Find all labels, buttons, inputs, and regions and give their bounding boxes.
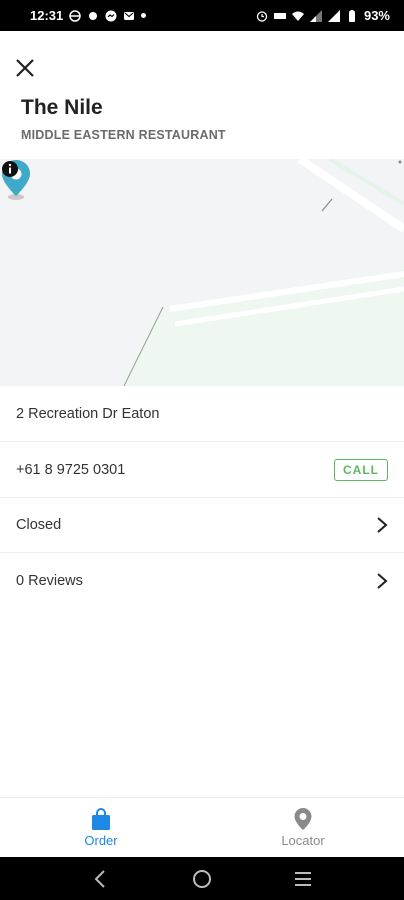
status-time: 12:31 bbox=[30, 8, 64, 23]
restaurant-category: MIDDLE EASTERN RESTAURANT bbox=[21, 128, 226, 142]
nav-item-locator[interactable]: Locator bbox=[202, 798, 404, 857]
call-button[interactable]: CALL bbox=[334, 458, 388, 481]
map-info-icon[interactable] bbox=[0, 159, 20, 179]
hours-row[interactable]: Closed bbox=[0, 497, 404, 553]
nav-order-label: Order bbox=[84, 833, 118, 848]
alarm-icon bbox=[256, 10, 268, 22]
signal-2-icon bbox=[327, 9, 340, 22]
bottom-nav: Order Locator bbox=[0, 797, 404, 857]
recent-apps-icon[interactable] bbox=[291, 867, 315, 891]
shopping-bag-icon bbox=[92, 808, 110, 830]
address-text: 2 Recreation Dr Eaton bbox=[16, 405, 160, 422]
messenger-icon bbox=[105, 10, 117, 21]
status-left: 12:31 bbox=[30, 8, 147, 23]
location-map[interactable] bbox=[0, 159, 404, 386]
system-nav-bar bbox=[0, 857, 404, 900]
close-icon[interactable] bbox=[12, 55, 38, 81]
address-row: 2 Recreation Dr Eaton bbox=[0, 386, 404, 442]
chevron-right-icon bbox=[377, 573, 388, 589]
more-notifications-icon bbox=[141, 13, 147, 18]
map-roads bbox=[120, 159, 404, 386]
wifi-icon bbox=[291, 11, 304, 21]
battery-level: 93% bbox=[363, 8, 390, 23]
vpn-icon bbox=[69, 9, 81, 22]
phone-row: +61 8 9725 0301 CALL bbox=[0, 442, 404, 498]
phone-text: +61 8 9725 0301 bbox=[16, 461, 126, 478]
back-icon[interactable] bbox=[89, 867, 113, 891]
chevron-right-icon bbox=[377, 516, 388, 533]
status-right: 93% bbox=[256, 8, 390, 23]
home-icon[interactable] bbox=[190, 867, 214, 891]
battery-icon bbox=[348, 9, 355, 22]
restaurant-name: The Nile bbox=[21, 96, 103, 119]
reviews-count: 0 Reviews bbox=[16, 573, 83, 589]
volte-icon bbox=[273, 12, 286, 19]
nav-item-order[interactable]: Order bbox=[0, 798, 202, 857]
reviews-row[interactable]: 0 Reviews bbox=[0, 553, 404, 609]
hours-status: Closed bbox=[16, 516, 62, 533]
notification-icon bbox=[89, 11, 98, 20]
status-bar: 12:31 93% bbox=[0, 0, 404, 31]
nav-locator-label: Locator bbox=[281, 833, 325, 848]
signal-1-icon bbox=[309, 9, 322, 22]
map-pin-icon bbox=[294, 808, 312, 830]
mail-icon bbox=[124, 11, 135, 20]
